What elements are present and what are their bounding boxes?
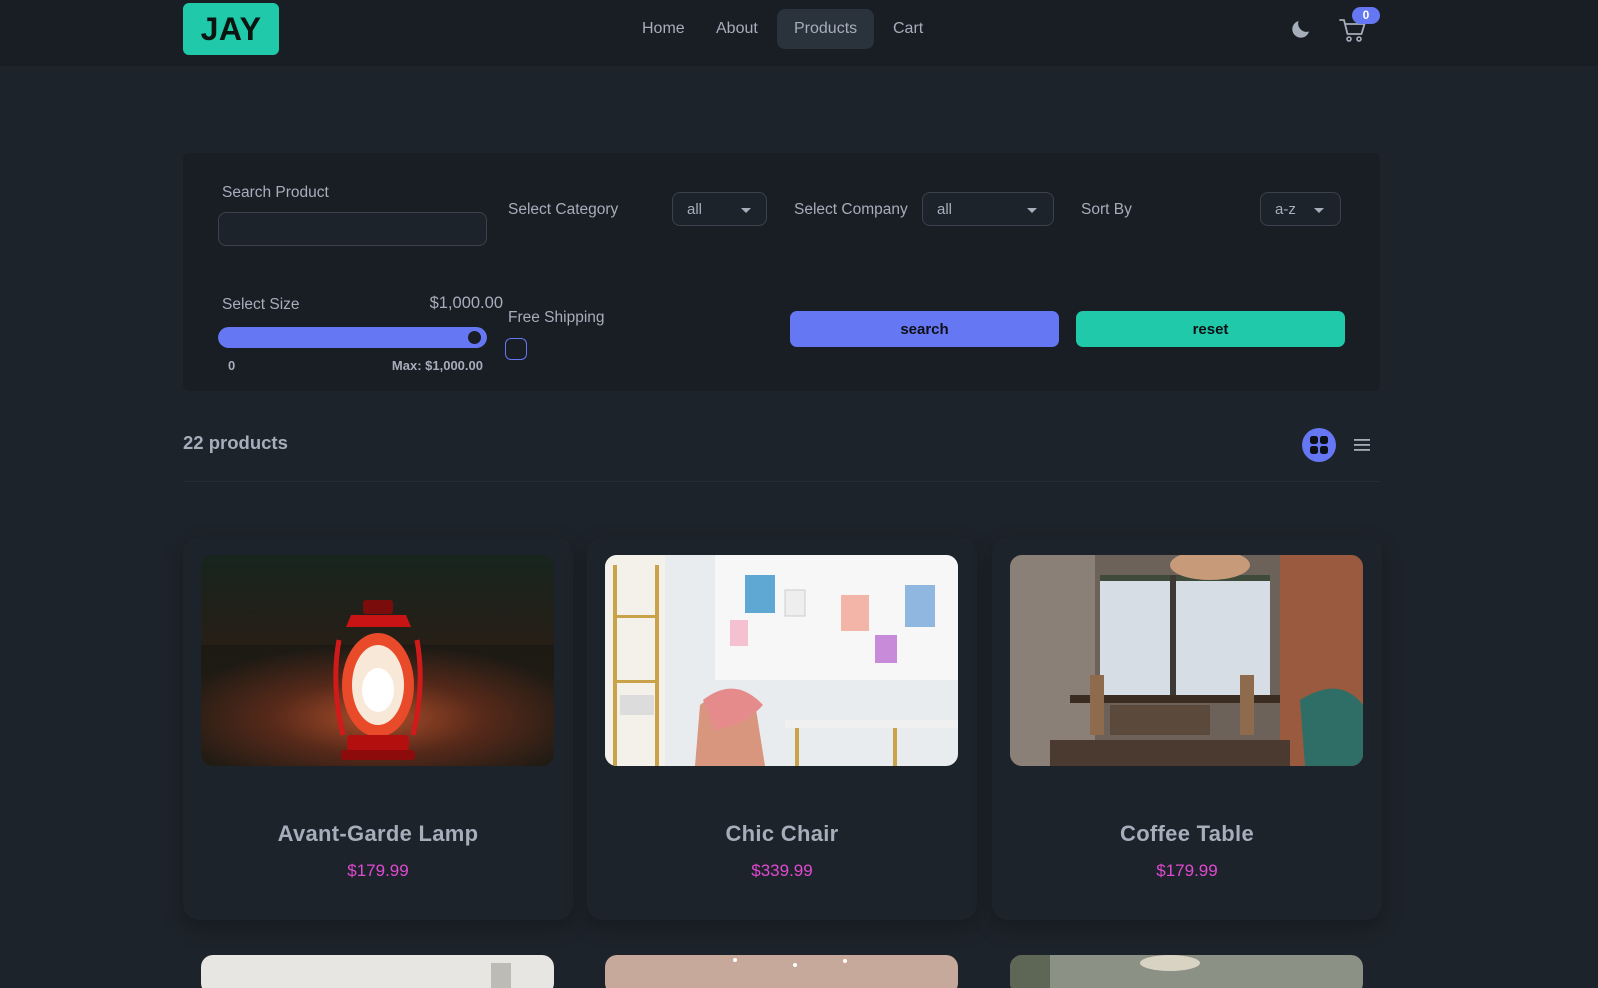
nav-link-cart[interactable]: Cart [876,9,940,49]
size-slider-track[interactable] [218,327,487,348]
divider [183,481,1380,482]
product-image-partial[interactable] [1010,955,1363,988]
category-label: Select Category [508,201,619,218]
company-select[interactable]: all [922,192,1054,226]
category-select-value: all [687,201,703,218]
company-label: Select Company [794,201,908,218]
product-title: Avant-Garde Lamp [277,821,479,846]
product-card[interactable]: Avant-Garde Lamp $179.99 [183,537,573,920]
navbar: JAY Home About Products Cart 0 [0,0,1598,66]
product-price: $339.99 [751,861,813,880]
shipping-label: Free Shipping [508,309,605,326]
free-shipping-checkbox[interactable] [505,338,527,360]
size-value: $1,000.00 [429,294,503,312]
search-button[interactable]: search [790,311,1059,347]
search-input[interactable] [218,212,487,246]
grid-view-button[interactable] [1302,428,1336,462]
product-price: $179.99 [1156,861,1218,880]
size-slider-handle[interactable] [465,328,484,347]
product-image-lamp [201,555,554,766]
moon-icon[interactable] [1289,17,1313,41]
size-slider-fill [218,327,487,348]
reset-button[interactable]: reset [1076,311,1345,347]
size-max-label: Max: $1,000.00 [391,358,483,373]
search-label: Search Product [222,184,329,201]
product-image-partial[interactable] [605,955,958,988]
size-min-label: 0 [228,358,236,373]
chevron-down-icon [741,208,751,213]
product-title: Chic Chair [725,821,839,846]
chevron-down-icon [1314,208,1324,213]
sort-select-value: a-z [1275,201,1296,218]
chevron-down-icon [1027,208,1037,213]
company-select-value: all [937,201,953,218]
nav-link-products[interactable]: Products [777,9,875,49]
product-price: $179.99 [347,861,409,880]
products-count: 22 products [183,432,288,453]
category-select[interactable]: all [672,192,767,226]
product-card[interactable]: Coffee Table $179.99 [992,537,1382,920]
grid-view-icon [1310,436,1328,454]
list-view-icon[interactable] [1353,434,1371,456]
filters-panel: Search Product Select Category all Selec… [183,153,1380,391]
nav-link-home[interactable]: Home [625,9,702,49]
product-image-chair [605,555,958,766]
product-image-coffee-table [1010,555,1363,766]
product-image-partial[interactable] [201,955,554,988]
size-label: Select Size [222,296,300,313]
product-card[interactable]: Chic Chair $339.99 [587,537,977,920]
nav-link-about[interactable]: About [699,9,775,49]
product-title: Coffee Table [1120,821,1254,846]
cart-count-badge: 0 [1352,7,1380,24]
sort-label: Sort By [1081,201,1132,218]
sort-select[interactable]: a-z [1260,192,1341,226]
